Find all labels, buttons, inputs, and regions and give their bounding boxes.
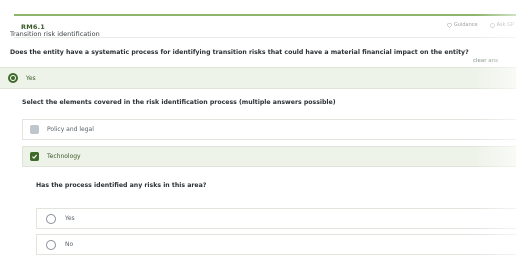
answer-yes-row[interactable]: Yes [0,67,516,89]
section-title: Transition risk identification [10,30,100,38]
guidance-link[interactable]: Guidance [446,22,478,28]
elements-prompt: Select the elements covered in the risk … [22,99,336,106]
option-label: Technology [47,153,81,160]
radio-selected[interactable] [8,73,18,83]
ask-label: Ask GP [496,22,514,28]
option-label: Policy and legal [47,126,94,133]
followup-yes-row[interactable]: Yes [36,208,516,229]
option-policy-legal[interactable]: Policy and legal [22,119,516,140]
question-circle-icon [489,22,495,28]
followup-no-row[interactable]: No [36,234,516,255]
followup-yes-label: Yes [65,215,75,222]
clear-answer-link[interactable]: clear ans [473,58,498,64]
ask-link[interactable]: Ask GP [489,22,514,28]
guidance-label: Guidance [453,22,478,28]
header-links: Guidance Ask GP [446,22,514,28]
heart-icon [446,22,452,28]
radio-unselected[interactable] [46,239,56,250]
followup-prompt: Has the process identified any risks in … [36,182,207,189]
checkbox-unchecked[interactable] [30,125,39,134]
checkbox-checked[interactable] [30,152,39,161]
answer-yes-label: Yes [26,74,36,82]
radio-unselected[interactable] [46,213,56,224]
option-technology[interactable]: Technology [22,146,516,167]
question-text: Does the entity have a systematic proces… [10,49,469,56]
check-icon [32,154,38,159]
followup-no-label: No [65,241,74,248]
